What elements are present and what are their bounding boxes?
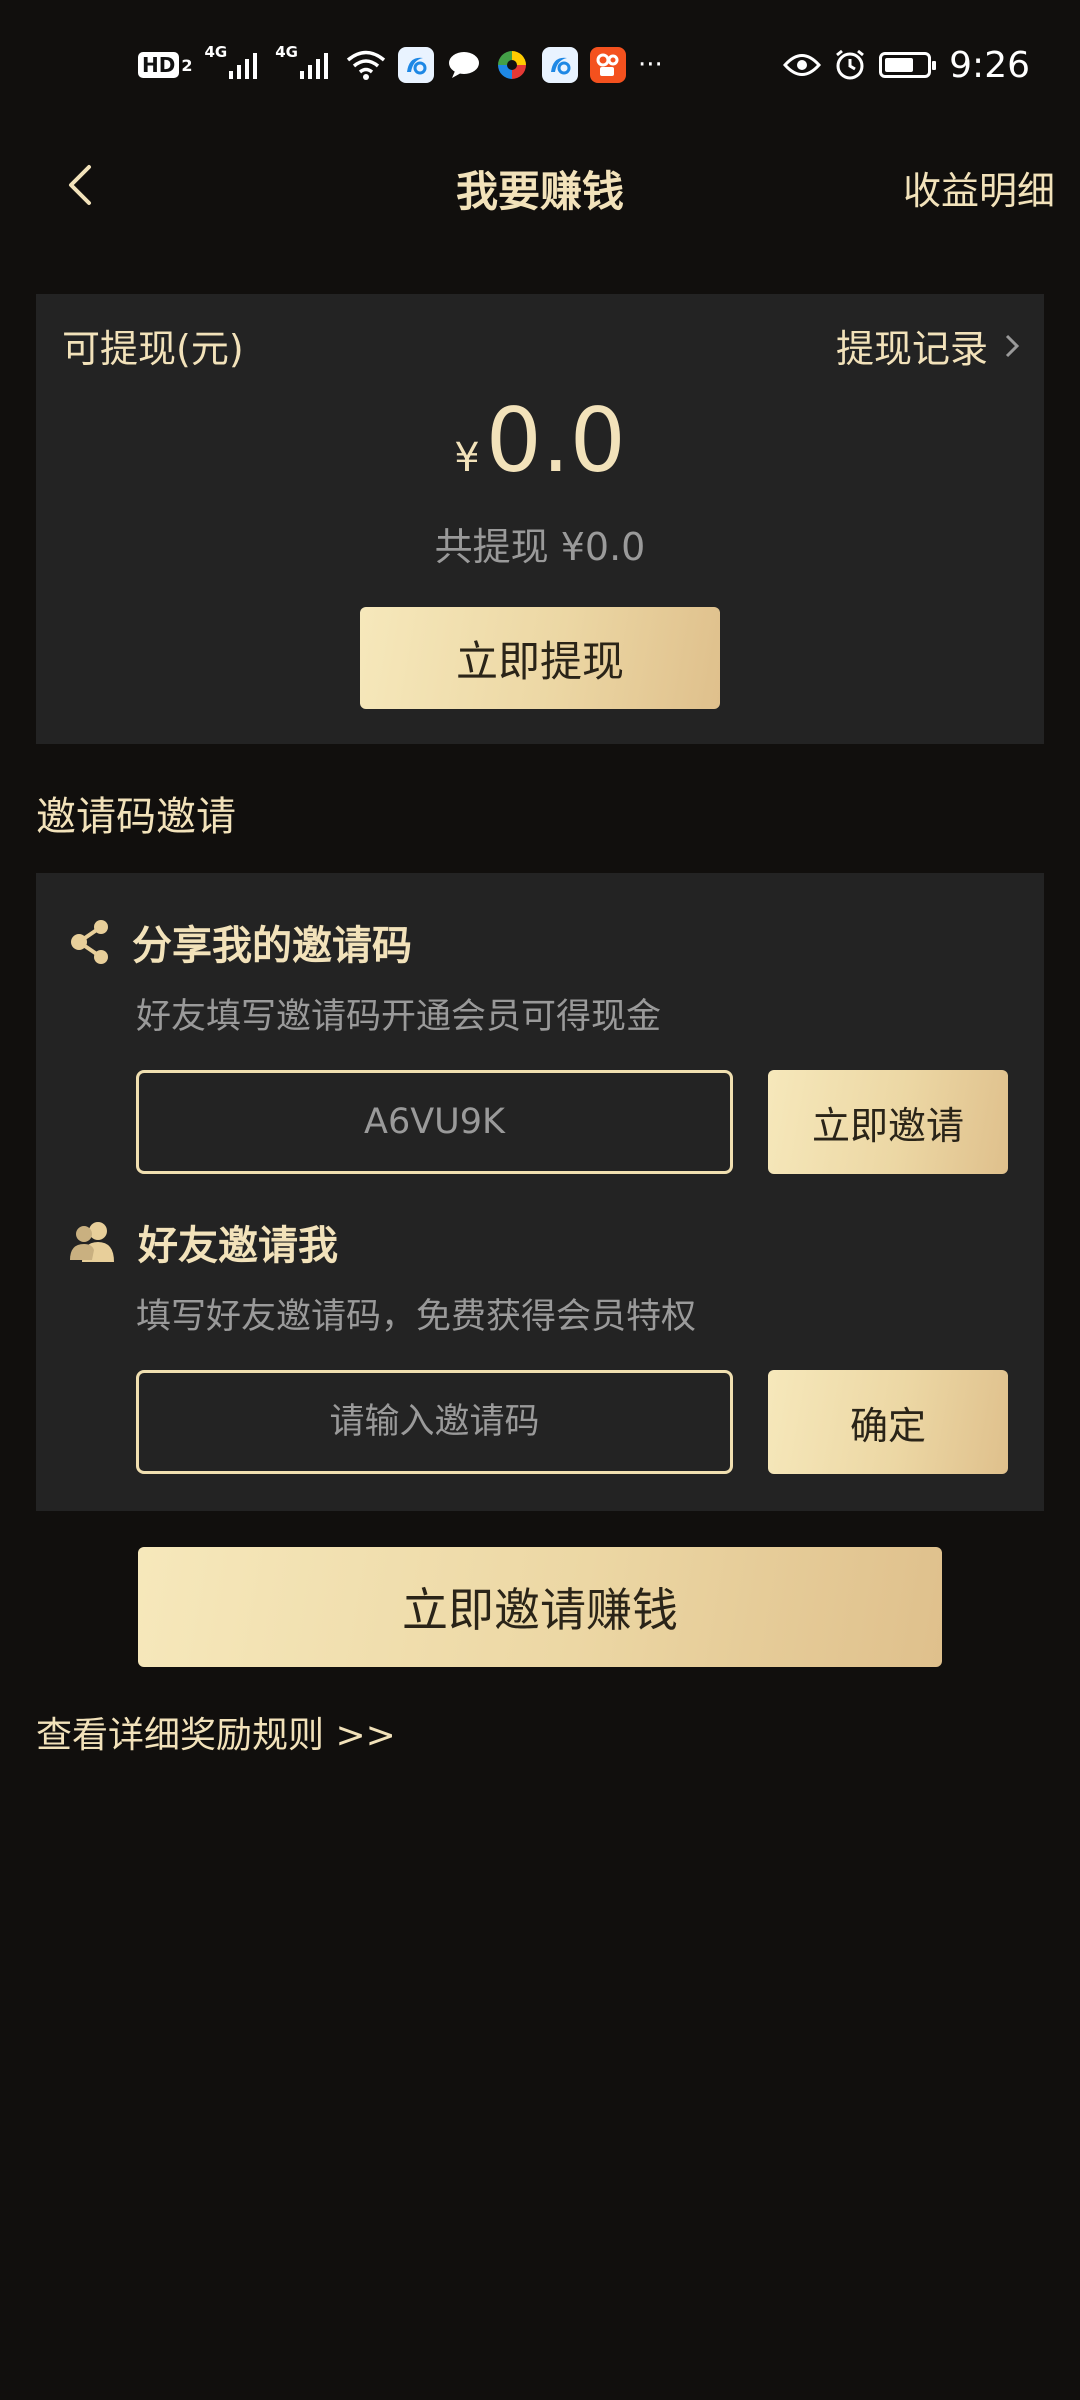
status-right: 9:26 bbox=[783, 45, 1030, 86]
share-icon bbox=[71, 920, 108, 964]
battery-icon bbox=[879, 52, 937, 78]
network-type-2: 4G bbox=[275, 43, 298, 61]
kuaishou-app-icon bbox=[589, 47, 626, 83]
withdraw-record-label: 提现记录 bbox=[835, 327, 988, 371]
withdraw-now-button[interactable]: 立即提现 bbox=[360, 607, 720, 709]
status-left: HD 2 4G 4G ··· bbox=[138, 43, 663, 83]
confirm-button[interactable]: 确定 bbox=[768, 1370, 1008, 1474]
hd-sim-number: 2 bbox=[181, 55, 193, 75]
currency-symbol: ¥ bbox=[454, 435, 480, 481]
share-code-desc: 好友填写邀请码开通会员可得现金 bbox=[136, 997, 662, 1037]
eye-icon bbox=[783, 52, 822, 78]
invite-section-title: 邀请码邀请 bbox=[36, 794, 236, 840]
colorful-app-icon bbox=[494, 47, 530, 83]
status-bar: HD 2 4G 4G ··· 9:26 bbox=[0, 0, 1080, 130]
my-invite-code: A6VU9K bbox=[364, 1102, 505, 1142]
signal-icon-2: 4G bbox=[275, 43, 334, 81]
users-icon bbox=[70, 1222, 114, 1262]
alarm-icon bbox=[833, 48, 867, 82]
more-notifications-icon: ··· bbox=[637, 50, 663, 80]
my-invite-code-box[interactable]: A6VU9K bbox=[136, 1070, 733, 1174]
balance-value: 0.0 bbox=[485, 389, 626, 492]
battery-level bbox=[885, 58, 914, 72]
friend-code-box bbox=[136, 1370, 733, 1474]
browser-app-icon bbox=[397, 47, 434, 83]
share-code-title: 分享我的邀请码 bbox=[132, 923, 412, 969]
friend-invite-title: 好友邀请我 bbox=[138, 1223, 338, 1269]
message-app-icon bbox=[446, 47, 482, 83]
withdrawable-label: 可提现(元) bbox=[62, 327, 244, 371]
browser-app-icon-2 bbox=[541, 47, 578, 83]
hd-badge: HD bbox=[138, 52, 180, 78]
status-time: 9:26 bbox=[949, 44, 1030, 86]
total-withdrawn: 共提现 ¥0.0 bbox=[434, 525, 646, 569]
balance-card: 可提现(元) 提现记录 ¥0.0 共提现 ¥0.0 立即提现 bbox=[36, 294, 1044, 744]
wifi-icon bbox=[346, 49, 386, 81]
invite-now-button[interactable]: 立即邀请 bbox=[768, 1070, 1008, 1174]
friend-invite-desc: 填写好友邀请码，免费获得会员特权 bbox=[136, 1297, 697, 1337]
signal-icon-1: 4G bbox=[204, 43, 263, 81]
invite-code-input[interactable] bbox=[139, 1401, 730, 1443]
balance-amount: ¥0.0 bbox=[36, 389, 1044, 492]
withdraw-record-link[interactable]: 提现记录 bbox=[836, 318, 1020, 373]
chevron-right-icon bbox=[1005, 334, 1020, 357]
reward-rules-link[interactable]: 查看详细奖励规则 >> bbox=[36, 1706, 396, 1758]
network-type-1: 4G bbox=[204, 43, 228, 61]
hd-voice-icon: HD 2 bbox=[138, 52, 192, 78]
earnings-detail-link[interactable]: 收益明细 bbox=[903, 160, 1055, 215]
invite-card: 分享我的邀请码 好友填写邀请码开通会员可得现金 A6VU9K 立即邀请 好友邀请… bbox=[36, 873, 1044, 1511]
friend-invite-heading: 好友邀请我 bbox=[70, 1213, 338, 1271]
invite-earn-button[interactable]: 立即邀请赚钱 bbox=[138, 1547, 942, 1667]
nav-bar: 我要赚钱 收益明细 bbox=[0, 130, 1080, 240]
share-code-heading: 分享我的邀请码 bbox=[70, 913, 412, 971]
